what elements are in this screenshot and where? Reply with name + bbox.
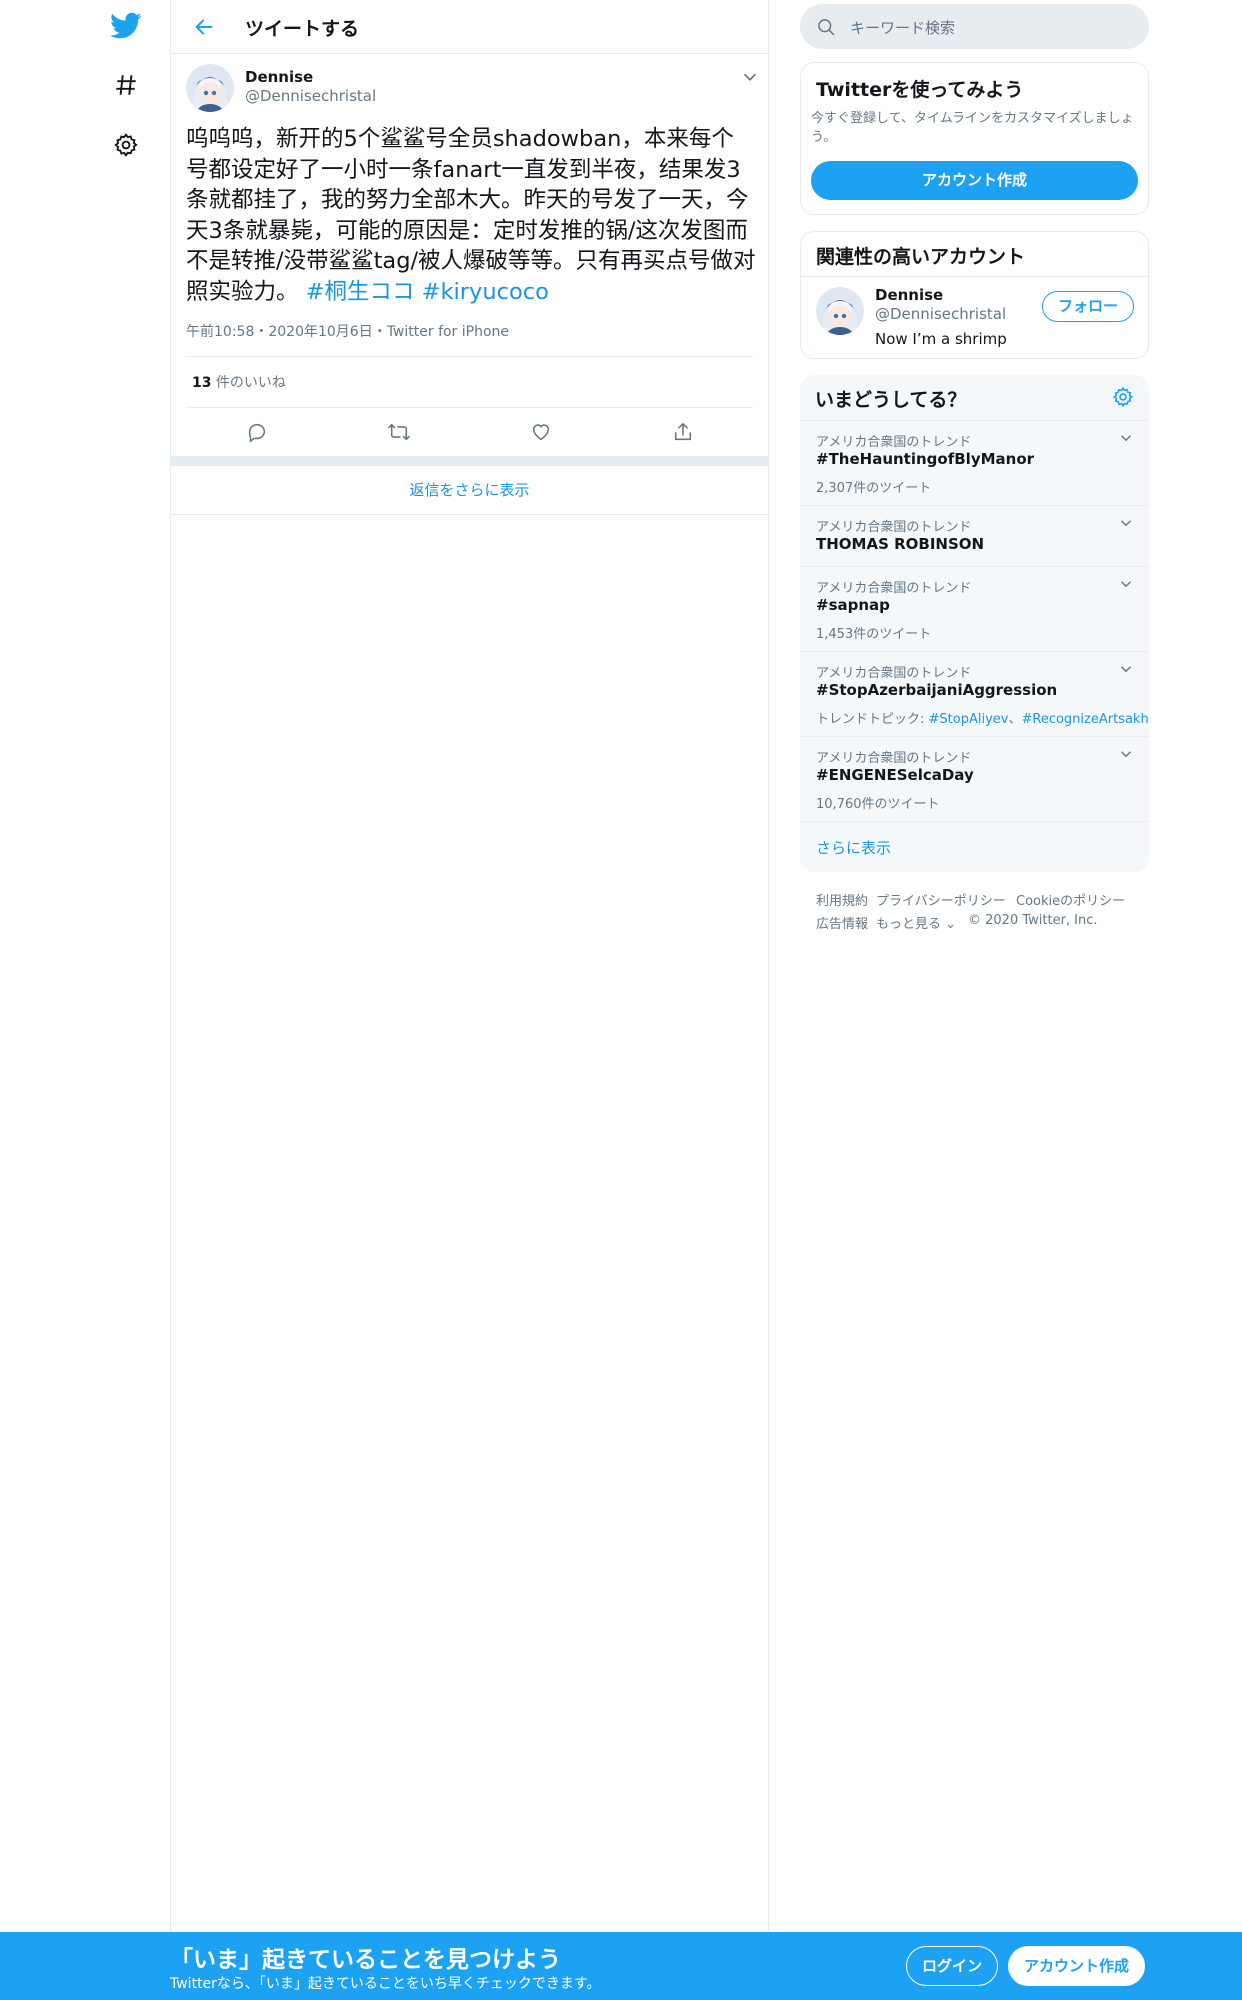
tweet-timestamp[interactable]: 午前10:58・2020年10月6日・Twitter for iPhone: [186, 321, 509, 341]
tweet-text: 呜呜呜，新开的5个鲨鲨号全员shadowban，本来每个号都设定好了一小时一条f…: [186, 124, 756, 307]
retweet-icon[interactable]: [385, 418, 413, 446]
related-account-name[interactable]: Dennise: [875, 286, 943, 304]
footer-cookie-link[interactable]: Cookieのポリシー: [1016, 890, 1125, 909]
login-button[interactable]: ログイン: [906, 1946, 998, 1986]
trend-name: #TheHauntingofBlyManor: [816, 450, 1035, 468]
show-more-trends[interactable]: さらに表示: [800, 821, 1149, 872]
signup-card-description: 今すぐ登録して、タイムラインをカスタマイズしましょう。: [811, 111, 1134, 145]
chevron-down-icon[interactable]: [739, 66, 761, 88]
related-accounts-card: 関連性の高いアカウント Dennise @Dennisechristal Now…: [800, 231, 1149, 359]
share-icon[interactable]: [669, 418, 697, 446]
hashtag-link[interactable]: #kiryucoco: [422, 279, 549, 305]
divider: [801, 276, 1148, 277]
trend-item[interactable]: アメリカ合衆国のトレンド #ENGENESelcaDay 10,760件のツイー…: [800, 736, 1149, 821]
search-icon: [816, 17, 836, 41]
banner-title: 「いま」起きていることを見つけよう: [170, 1947, 561, 1973]
chevron-down-icon[interactable]: [1117, 575, 1135, 593]
trend-topics-prefix: トレンドトピック:: [816, 712, 929, 727]
search-input[interactable]: キーワード検索: [850, 17, 955, 38]
trend-meta: アメリカ合衆国のトレンド: [816, 666, 972, 681]
signup-card-title: Twitterを使ってみよう: [816, 79, 1024, 101]
hashtag-explore-icon[interactable]: [106, 65, 146, 105]
banner-signup-button[interactable]: アカウント作成: [1008, 1946, 1145, 1986]
trend-meta: アメリカ合衆国のトレンド: [816, 581, 972, 596]
follow-button[interactable]: フォロー: [1042, 291, 1134, 322]
search-box[interactable]: キーワード検索: [800, 4, 1149, 49]
signup-card: Twitterを使ってみよう 今すぐ登録して、タイムラインをカスタマイズしましょ…: [800, 62, 1149, 215]
banner-subtitle: Twitterなら、「いま」起きていることをいち早くチェックできます。: [170, 1976, 601, 1992]
footer-more-label: もっと見る: [876, 917, 942, 932]
trend-topic-separator: 、: [1008, 712, 1022, 727]
create-account-button[interactable]: アカウント作成: [811, 161, 1138, 200]
related-account-bio: Now I’m a shrimp: [875, 330, 1007, 348]
divider: [186, 407, 753, 408]
chevron-down-icon[interactable]: [1117, 514, 1135, 532]
trend-item[interactable]: アメリカ合衆国のトレンド THOMAS ROBINSON: [800, 505, 1149, 566]
page-title: ツイートする: [245, 18, 360, 40]
trend-item[interactable]: アメリカ合衆国のトレンド #StopAzerbaijaniAggression …: [800, 651, 1149, 736]
author-name[interactable]: Dennise: [245, 68, 313, 86]
chevron-down-icon[interactable]: [1117, 745, 1135, 763]
trends-settings-gear-icon[interactable]: [1112, 386, 1134, 412]
settings-gear-icon[interactable]: [106, 125, 146, 165]
related-account-avatar[interactable]: [816, 287, 864, 335]
signup-banner: 「いま」起きていることを見つけよう Twitterなら、「いま」起きていることを…: [0, 1932, 1242, 2000]
related-card-title: 関連性の高いアカウント: [816, 246, 1026, 268]
footer-privacy-link[interactable]: プライバシーポリシー: [876, 890, 1006, 909]
trend-meta: アメリカ合衆国のトレンド: [816, 435, 972, 450]
reply-icon[interactable]: [243, 418, 271, 446]
trend-meta: アメリカ合衆国のトレンド: [816, 520, 972, 535]
likes-count[interactable]: 13 件のいいね: [192, 372, 286, 392]
chevron-down-icon: ⌄: [941, 917, 957, 932]
related-account-handle[interactable]: @Dennisechristal: [875, 305, 1006, 323]
trends-card: いまどうしてる？ アメリカ合衆国のトレンド #TheHauntingofBlyM…: [800, 375, 1149, 872]
hashtag-link[interactable]: #桐生ココ: [306, 279, 415, 305]
chevron-down-icon[interactable]: [1117, 429, 1135, 447]
trend-meta: アメリカ合衆国のトレンド: [816, 751, 972, 766]
footer-terms-link[interactable]: 利用規約: [816, 890, 868, 909]
show-more-replies-link[interactable]: 返信をさらに表示: [171, 466, 768, 515]
trend-topics: トレンドトピック: #StopAliyev、#RecognizeArtsakh: [816, 708, 1149, 727]
page-header: ツイートする: [171, 0, 768, 54]
trend-name: THOMAS ROBINSON: [816, 535, 985, 553]
footer-ads-link[interactable]: 広告情報: [816, 913, 868, 932]
likes-number: 13: [192, 375, 212, 391]
footer-more-link[interactable]: もっと見る ⌄: [876, 913, 956, 932]
back-arrow-icon[interactable]: [187, 10, 221, 44]
trend-tweet-count: 2,307件のツイート: [816, 481, 932, 496]
likes-label: 件のいいね: [211, 375, 286, 391]
trend-name: #sapnap: [816, 596, 890, 614]
trend-topic-link[interactable]: #StopAliyev: [929, 712, 1009, 727]
divider: [186, 356, 753, 357]
trend-tweet-count: 10,760件のツイート: [816, 797, 940, 812]
trend-item[interactable]: アメリカ合衆国のトレンド #TheHauntingofBlyManor 2,30…: [800, 420, 1149, 505]
author-avatar[interactable]: [186, 64, 234, 112]
trend-item[interactable]: アメリカ合衆国のトレンド #sapnap 1,453件のツイート: [800, 566, 1149, 651]
like-heart-icon[interactable]: [527, 418, 555, 446]
main-column: ツイートする Dennise @Dennisechristal 呜呜呜，新开的5…: [170, 0, 769, 1932]
twitter-logo-icon[interactable]: [106, 6, 146, 46]
trend-topic-link[interactable]: #RecognizeArtsakh: [1021, 712, 1148, 727]
author-handle[interactable]: @Dennisechristal: [245, 87, 376, 105]
trend-tweet-count: 1,453件のツイート: [816, 627, 932, 642]
trend-name: #StopAzerbaijaniAggression: [816, 681, 1058, 699]
trends-title: いまどうしてる？: [815, 389, 967, 411]
chevron-down-icon[interactable]: [1117, 660, 1135, 678]
footer-copyright: © 2020 Twitter, Inc.: [968, 913, 1098, 928]
trend-name: #ENGENESelcaDay: [816, 766, 974, 784]
show-more-link[interactable]: さらに表示: [816, 837, 891, 858]
section-separator: [171, 456, 768, 466]
